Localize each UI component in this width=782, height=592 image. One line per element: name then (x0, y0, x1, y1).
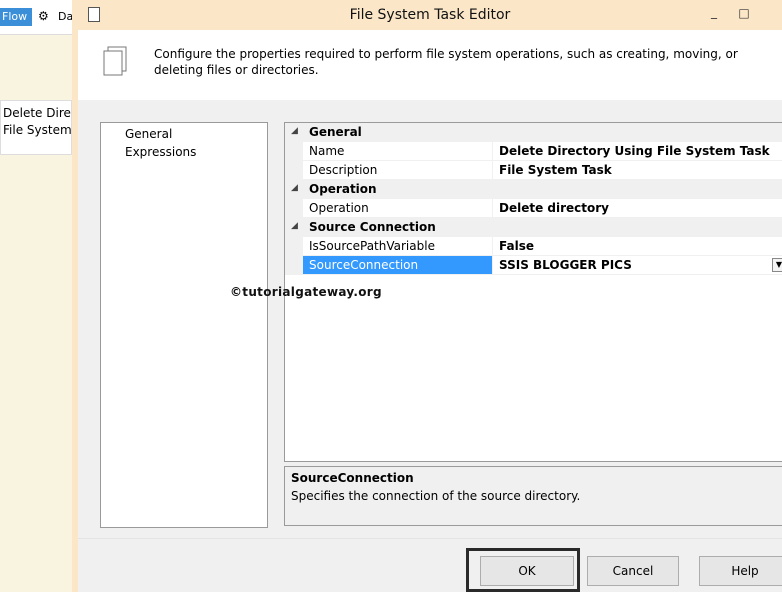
property-row-name[interactable]: Name Delete Directory Using File System … (285, 142, 782, 161)
source-connection-select[interactable]: SSIS BLOGGER PICS ▼ (493, 256, 782, 275)
dialog-description: Configure the properties required to per… (154, 47, 738, 77)
property-value[interactable]: File System Task (493, 161, 782, 180)
property-value[interactable]: False (493, 237, 782, 256)
property-row-is-source-path-variable[interactable]: IsSourcePathVariable False (285, 237, 782, 256)
category-label: Operation (309, 182, 377, 196)
data-flow-tab[interactable]: Da (58, 9, 73, 25)
property-name: IsSourcePathVariable (303, 237, 493, 256)
help-button[interactable]: Help (699, 556, 782, 586)
category-general[interactable]: ◢ General (285, 123, 782, 142)
property-name: Operation (303, 199, 493, 218)
property-row-description[interactable]: Description File System Task (285, 161, 782, 180)
property-value[interactable]: Delete Directory Using File System Task (493, 142, 782, 161)
minimize-button[interactable]: _ (702, 4, 726, 24)
chevron-down-icon[interactable]: ▼ (772, 258, 782, 272)
cancel-button[interactable]: Cancel (587, 556, 679, 586)
dialog-header: Configure the properties required to per… (78, 30, 782, 100)
designer-toolbar: Flow ⚙ Da (0, 0, 73, 35)
footer-divider (78, 538, 782, 539)
maximize-button[interactable]: □ (732, 4, 756, 24)
property-help-panel: SourceConnection Specifies the connectio… (284, 466, 782, 526)
property-name: SourceConnection (303, 256, 493, 275)
help-text: Specifies the connection of the source d… (291, 489, 581, 503)
property-name: Description (303, 161, 493, 180)
category-operation[interactable]: ◢ Operation (285, 180, 782, 199)
property-row-operation[interactable]: Operation Delete directory (285, 199, 782, 218)
task-label-line-1: Delete Dire (3, 106, 71, 120)
property-value[interactable]: Delete directory (493, 199, 782, 218)
designer-background: Flow ⚙ Da Delete Dire File System (0, 0, 73, 592)
data-flow-icon: ⚙ (38, 9, 49, 23)
window-title: File System Task Editor (349, 7, 511, 23)
category-label: General (309, 125, 362, 139)
file-system-task-editor-dialog: File System Task Editor _ □ Configure th… (72, 0, 782, 592)
category-source-connection[interactable]: ◢ Source Connection (285, 218, 782, 237)
collapse-arrow-icon[interactable]: ◢ (291, 126, 298, 136)
designer-task-box[interactable]: Delete Dire File System (0, 100, 72, 155)
property-value: SSIS BLOGGER PICS (499, 258, 632, 272)
title-bar[interactable]: File System Task Editor _ □ (78, 0, 782, 30)
property-row-source-connection[interactable]: SourceConnection SSIS BLOGGER PICS ▼ (285, 256, 782, 275)
ok-button[interactable]: OK (480, 556, 574, 586)
category-label: Source Connection (309, 220, 436, 234)
watermark: ©tutorialgateway.org (230, 285, 382, 299)
documents-icon (103, 46, 127, 76)
nav-item-general[interactable]: General (125, 126, 172, 142)
page-navigation: General Expressions (100, 122, 268, 528)
nav-item-expressions[interactable]: Expressions (125, 144, 196, 160)
task-label-line-2: File System (3, 123, 72, 137)
property-name: Name (303, 142, 493, 161)
control-flow-tab[interactable]: Flow (0, 8, 32, 26)
collapse-arrow-icon[interactable]: ◢ (291, 221, 298, 231)
collapse-arrow-icon[interactable]: ◢ (291, 183, 298, 193)
help-title: SourceConnection (291, 471, 414, 485)
